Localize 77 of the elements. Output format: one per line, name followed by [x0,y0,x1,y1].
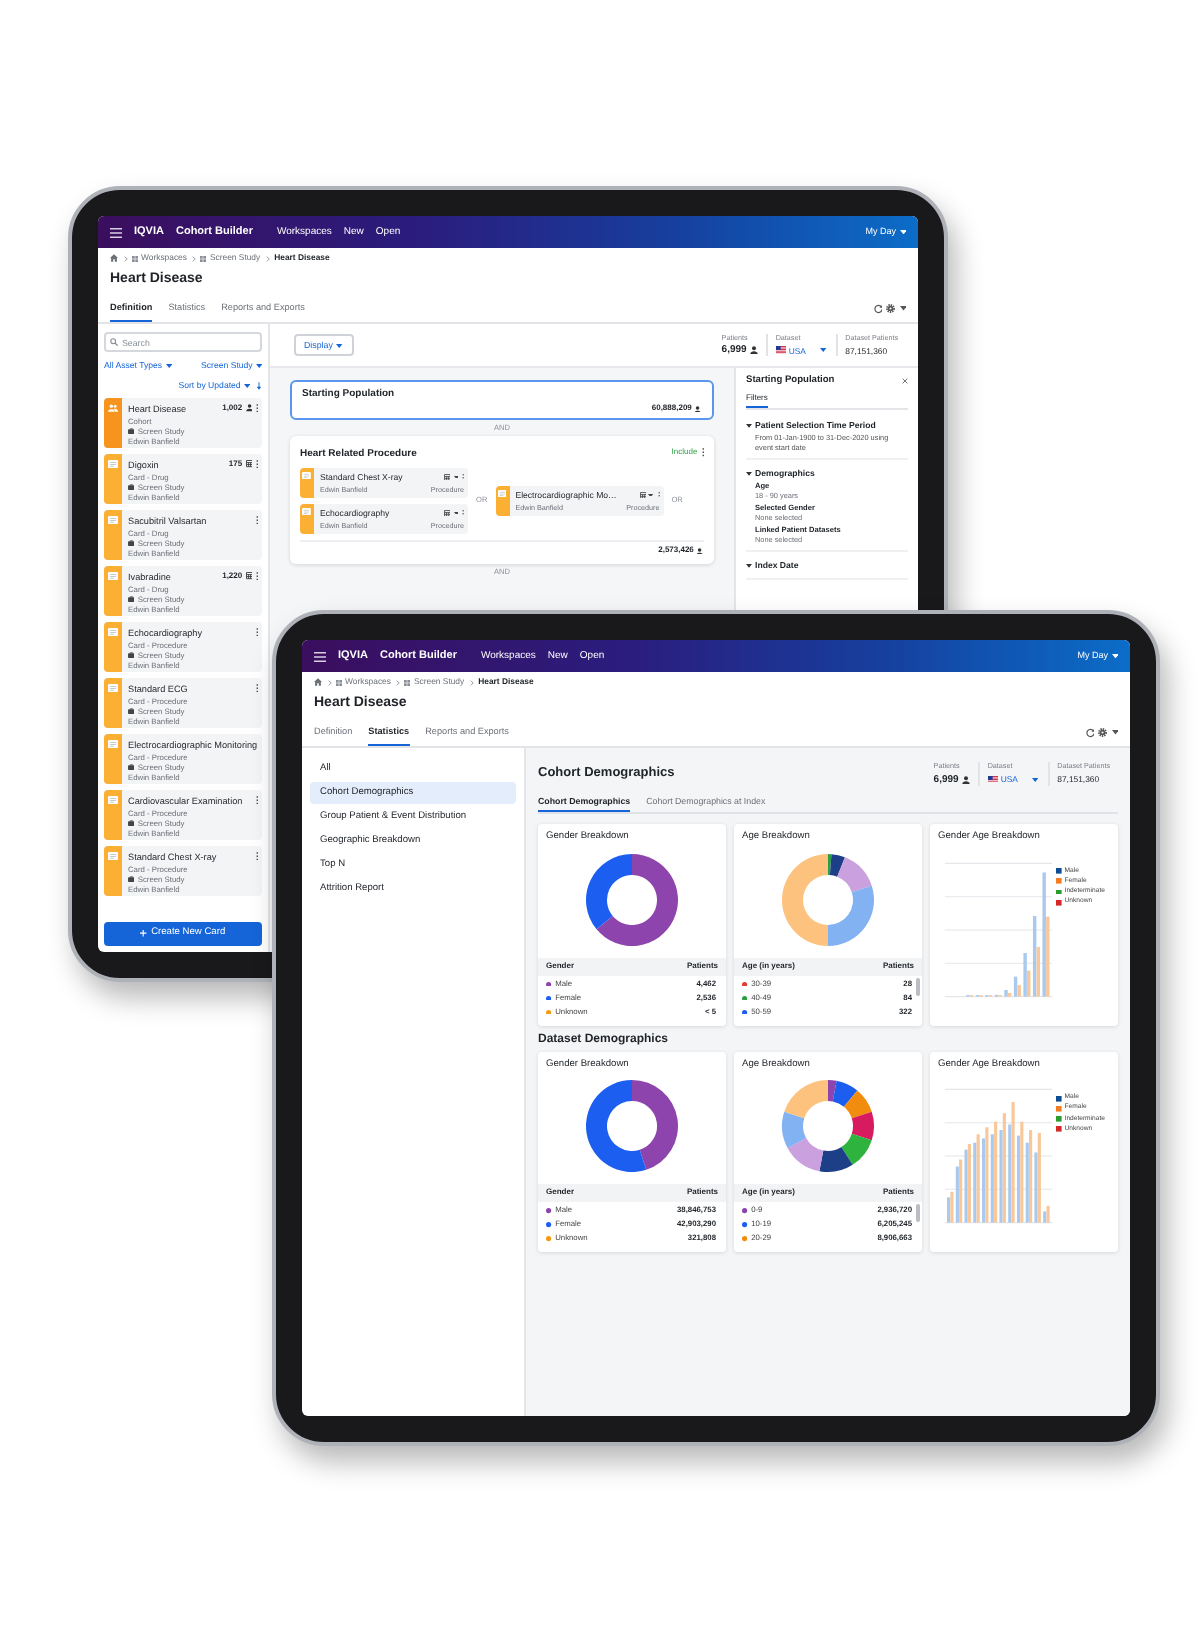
caret-icon[interactable] [1032,777,1040,782]
briefcase-icon [128,539,135,545]
card-icon [302,472,312,480]
table-icon [443,473,451,481]
home-icon[interactable] [110,254,118,262]
card-icon [108,684,118,692]
scrollbar[interactable] [916,1204,919,1223]
chevron-icon [469,679,474,685]
plus-icon [140,930,148,938]
table-icon [245,572,253,581]
caret-icon [746,423,752,428]
briefcase-icon [128,707,135,713]
card-icon [108,796,118,804]
chevron-icon [395,679,400,685]
grid-icon [200,255,207,261]
caret-icon [255,363,262,367]
grid-icon [132,255,138,261]
grid-icon [336,679,342,685]
donut-slice [851,1112,874,1141]
briefcase-icon [128,483,135,489]
scrollbar[interactable] [916,977,919,996]
card-icon [108,852,118,860]
table-icon [245,460,253,469]
person-icon [961,775,970,784]
grid-icon [404,679,411,685]
search-icon [109,338,117,346]
caret-icon [336,343,344,347]
refresh-icon[interactable] [1085,728,1094,738]
briefcase-icon [128,427,135,433]
briefcase-icon [128,819,135,825]
card-icon [108,516,118,524]
close-icon[interactable] [902,378,908,385]
person-icon [749,346,758,355]
briefcase-icon [128,595,135,601]
sort-icon[interactable] [256,381,262,389]
chevron-icon [191,255,196,261]
person-icon [245,404,253,413]
caret-icon [899,229,906,235]
card-icon [108,740,118,748]
caret-icon [746,471,752,476]
briefcase-icon [128,763,135,769]
donut-slice [586,1080,647,1173]
caret-icon [165,363,172,367]
person-icon [696,547,704,555]
people-icon [108,404,118,412]
card-icon [108,460,118,468]
flag-icon [987,775,998,783]
person-icon [694,405,702,413]
caret-icon [243,383,250,387]
donut-slice [632,1080,678,1171]
caret-icon[interactable] [453,475,459,479]
card-icon [498,490,507,498]
donut-slice [819,1147,853,1173]
caret-icon[interactable] [899,306,906,312]
caret-icon [746,564,752,568]
settings-icon[interactable] [886,304,895,314]
menu-icon[interactable] [110,227,122,237]
settings-icon[interactable] [1098,728,1107,738]
caret-icon[interactable] [648,493,655,497]
briefcase-icon [128,651,135,657]
refresh-icon[interactable] [873,304,882,314]
card-icon [108,572,118,580]
menu-icon[interactable] [314,651,326,661]
caret-icon [1111,653,1118,659]
donut-slice [841,1134,872,1166]
flag-icon [775,346,786,354]
card-icon [302,508,312,516]
caret-icon[interactable] [453,511,459,515]
table-icon [443,509,451,517]
caret-icon[interactable] [1111,730,1118,736]
caret-icon[interactable] [820,348,828,353]
card-icon [108,628,118,636]
briefcase-icon [128,875,135,881]
home-icon[interactable] [314,678,322,686]
donut-slice [843,1091,872,1119]
table-icon [639,491,646,499]
chevron-icon [265,255,270,261]
